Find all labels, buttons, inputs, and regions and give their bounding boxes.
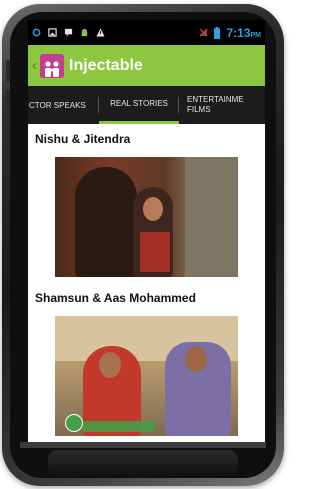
photo-face [143,197,163,221]
photo-figure [75,167,137,277]
family-logo-icon[interactable] [40,53,64,78]
volume-button [6,60,10,82]
device-screen: 7:13PM ‹ Injectable CTOR SPEAKS REAL STO… [28,20,265,442]
story-title: Nishu & Jitendra [35,132,131,146]
status-time: 7:13PM [226,25,261,40]
photo-cloth [140,232,170,272]
screen-bottom-edge [20,442,266,448]
tab-label: CTOR SPEAKS [29,100,86,110]
video-caption-bar [83,421,155,432]
back-chevron-icon[interactable]: ‹ [32,57,40,74]
action-bar: ‹ Injectable [28,45,265,86]
home-button-bar[interactable] [48,450,238,476]
app-title: Injectable [69,56,143,74]
photo-wall [185,157,238,277]
android-icon [81,28,88,37]
tab-strip: CTOR SPEAKS REAL STORIES ENTERTAINME FIL… [28,86,265,124]
download-icon[interactable] [65,414,83,432]
settings-icon [32,28,41,37]
tab-doctor-speaks[interactable]: CTOR SPEAKS [28,86,99,124]
story-title: Shamsun & Aas Mohammed [35,291,196,305]
tab-label-line2: FILMS [187,105,211,114]
battery-icon [214,26,221,39]
photo-face [99,352,121,378]
tab-real-stories[interactable]: REAL STORIES [99,86,179,124]
story-thumbnail[interactable] [55,157,238,277]
photo-face [185,346,207,372]
power-button [6,90,10,108]
tab-label: REAL STORIES [110,99,168,108]
no-signal-icon [199,28,208,37]
message-icon [64,28,73,37]
tab-label-line1: ENTERTAINME [187,95,244,104]
image-icon [48,28,57,37]
story-thumbnail[interactable] [55,316,238,436]
warning-icon [96,28,105,37]
tab-entertainment-films[interactable]: ENTERTAINME FILMS [179,86,265,124]
story-list: Nishu & Jitendra Shamsun & Aas Mohammed [28,132,265,436]
status-bar: 7:13PM [28,20,265,45]
